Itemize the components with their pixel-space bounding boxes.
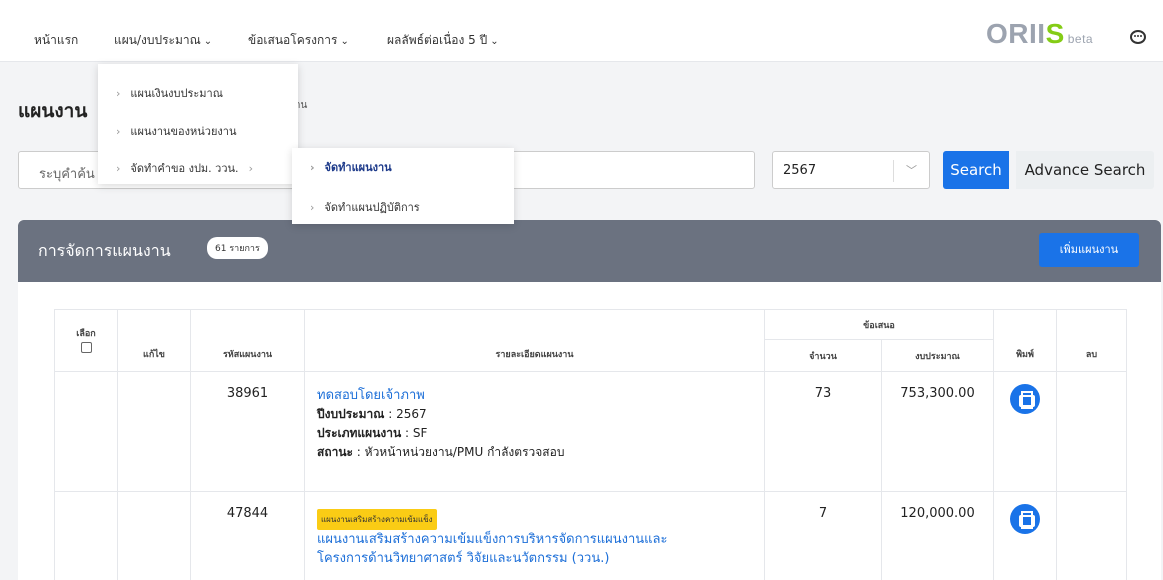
chevron-right-icon: › (310, 161, 315, 174)
plan-type-line: ประเภทแผนงาน : SF (317, 424, 752, 443)
chevron-right-icon: › (310, 201, 315, 214)
fiscal-year-line: ปีงบประมาณ : 2567 (317, 405, 752, 424)
header-budget: งบประมาณ (881, 339, 994, 372)
print-icon[interactable] (1010, 384, 1040, 414)
chevron-right-icon: › (116, 162, 121, 175)
header-edit: แก้ไข (117, 309, 191, 372)
plan-detail: แผนงานเสริมสร้างความเข้มแข็ง แผนงานเสริม… (304, 491, 765, 580)
chevron-right-icon: › (116, 87, 121, 100)
plan-table: เลือก แก้ไข รหัสแผนงาน รายละเอียดแผนงาน … (54, 309, 1127, 580)
year-select[interactable]: 2567 ﹀ (772, 151, 930, 189)
chevron-down-icon: ⌄ (490, 36, 499, 47)
row-delete-cell (1056, 491, 1127, 580)
logo-text: ORII (986, 18, 1046, 49)
header-amount: จำนวน (764, 339, 882, 372)
dropdown-item-budget-plan[interactable]: › แผนเงินงบประมาณ (98, 84, 223, 102)
row-select-cell (54, 491, 118, 580)
plan-title-line2: โครงการด้านวิทยาศาสตร์ วิจัยและนวัตกรรม … (317, 551, 610, 566)
row-select-cell (54, 371, 118, 492)
chat-icon[interactable] (1130, 30, 1146, 44)
fiscal-year-value: : 2567 (384, 407, 427, 421)
chevron-down-icon: ⌄ (203, 36, 213, 47)
proposal-amount: 73 (764, 371, 882, 492)
row-edit-cell (117, 371, 191, 492)
header-select: เลือก (54, 309, 118, 372)
dropdown-item-label: แผนเงินงบประมาณ (130, 87, 223, 100)
add-plan-button[interactable]: เพิ่มแผนงาน (1039, 233, 1139, 267)
page-title: แผนงาน (18, 100, 88, 122)
advance-search-button[interactable]: Advance Search (1016, 151, 1154, 189)
fiscal-year-label: ปีงบประมาณ (317, 407, 385, 421)
dropdown-item-label: จัดทำคำขอ งปม. ววน. (130, 162, 239, 175)
select-all-checkbox[interactable] (80, 341, 92, 353)
print-cell (993, 371, 1057, 492)
header-print: พิมพ์ (993, 309, 1057, 372)
submenu-item-action-plan[interactable]: › จัดทำแผนปฏิบัติการ (292, 198, 420, 216)
chevron-right-icon: › (116, 125, 121, 138)
header-detail: รายละเอียดแผนงาน (304, 309, 765, 372)
header-select-label: เลือก (76, 328, 96, 339)
nav-project-proposal-label: ข้อเสนอโครงการ (248, 33, 338, 47)
dropdown-item-request[interactable]: › จัดทำคำขอ งปม. ววน. › (98, 159, 263, 177)
plan-title-link[interactable]: แผนงานเสริมสร้างความเข้มแข็งการบริหารจัด… (317, 530, 752, 568)
print-icon[interactable] (1010, 504, 1040, 534)
chevron-down-icon: ﹀ (906, 164, 917, 177)
request-submenu: › จัดทำแผนงาน › จัดทำแผนปฏิบัติการ (292, 148, 514, 224)
plan-code: 38961 (190, 371, 305, 492)
count-badge: 61 รายการ (207, 237, 268, 259)
submenu-item-create-plan[interactable]: › จัดทำแผนงาน (292, 158, 392, 176)
plan-title-link[interactable]: ทดสอบโดยเจ้าภาพ (317, 386, 752, 405)
print-cell (993, 491, 1057, 580)
proposal-budget: 753,300.00 (881, 371, 994, 492)
nav-project-proposal[interactable]: ข้อเสนอโครงการ ⌄ (248, 31, 349, 50)
header-code: รหัสแผนงาน (190, 309, 305, 372)
panel-title: การจัดการแผนงาน (38, 241, 171, 260)
nav-home[interactable]: หน้าแรก (34, 31, 78, 50)
nav-plan-budget-label: แผน/งบประมาณ (114, 33, 201, 47)
plan-tag-badge: แผนงานเสริมสร้างความเข้มแข็ง (317, 509, 437, 530)
nav-continuous-results[interactable]: ผลลัพธ์ต่อเนื่อง 5 ปี ⌄ (387, 31, 499, 50)
submenu-item-label: จัดทำแผนงาน (324, 161, 392, 174)
plan-budget-dropdown: › แผนเงินงบประมาณ › แผนงานของหน่วยงาน › จัด… (98, 64, 298, 184)
year-value: 2567 (783, 163, 817, 178)
dropdown-item-agency-plan[interactable]: › แผนงานของหน่วยงาน (98, 122, 237, 140)
oriis-logo[interactable]: ORIIS beta (986, 18, 1093, 50)
status-line: สถานะ : หัวหน้าหน่วยงาน/PMU กำลังตรวจสอบ (317, 443, 752, 462)
dropdown-item-label: แผนงานของหน่วยงาน (130, 125, 237, 138)
proposal-amount: 7 (764, 491, 882, 580)
table-row: 38961 ทดสอบโดยเจ้าภาพ ปีงบประมาณ : 2567 … (54, 371, 1127, 492)
status-label: สถานะ (317, 445, 353, 459)
logo-text-s: S (1045, 18, 1065, 49)
plan-detail: ทดสอบโดยเจ้าภาพ ปีงบประมาณ : 2567 ประเภท… (304, 371, 765, 492)
logo-beta: beta (1067, 32, 1094, 46)
header-delete: ลบ (1056, 309, 1127, 372)
plan-title-line1: แผนงานเสริมสร้างความเข้มแข็งการบริหารจัด… (317, 532, 668, 547)
header-proposal: ข้อเสนอ (764, 309, 994, 340)
nav-plan-budget[interactable]: แผน/งบประมาณ ⌄ (114, 31, 212, 50)
chevron-down-icon: ⌄ (340, 36, 349, 47)
row-edit-cell (117, 491, 191, 580)
row-delete-cell (1056, 371, 1127, 492)
status-value: : หัวหน้าหน่วยงาน/PMU กำลังตรวจสอบ (352, 445, 565, 459)
plan-code: 47844 (190, 491, 305, 580)
proposal-budget: 120,000.00 (881, 491, 994, 580)
plan-type-label: ประเภทแผนงาน (317, 426, 402, 440)
top-navbar: หน้าแรก แผน/งบประมาณ ⌄ ข้อเสนอโครงการ ⌄ ผล… (0, 0, 1163, 62)
nav-continuous-results-label: ผลลัพธ์ต่อเนื่อง 5 ปี (387, 33, 488, 47)
search-button[interactable]: Search (943, 151, 1009, 189)
plan-type-value: : SF (401, 426, 428, 440)
panel-header: การจัดการแผนงาน 61 รายการ เพิ่มแผนงาน (18, 220, 1161, 282)
submenu-item-label: จัดทำแผนปฏิบัติการ (324, 201, 420, 214)
select-separator (893, 160, 894, 182)
chevron-right-icon: › (248, 162, 253, 175)
table-row: 47844 แผนงานเสริมสร้างความเข้มแข็ง แผนงา… (54, 491, 1127, 580)
